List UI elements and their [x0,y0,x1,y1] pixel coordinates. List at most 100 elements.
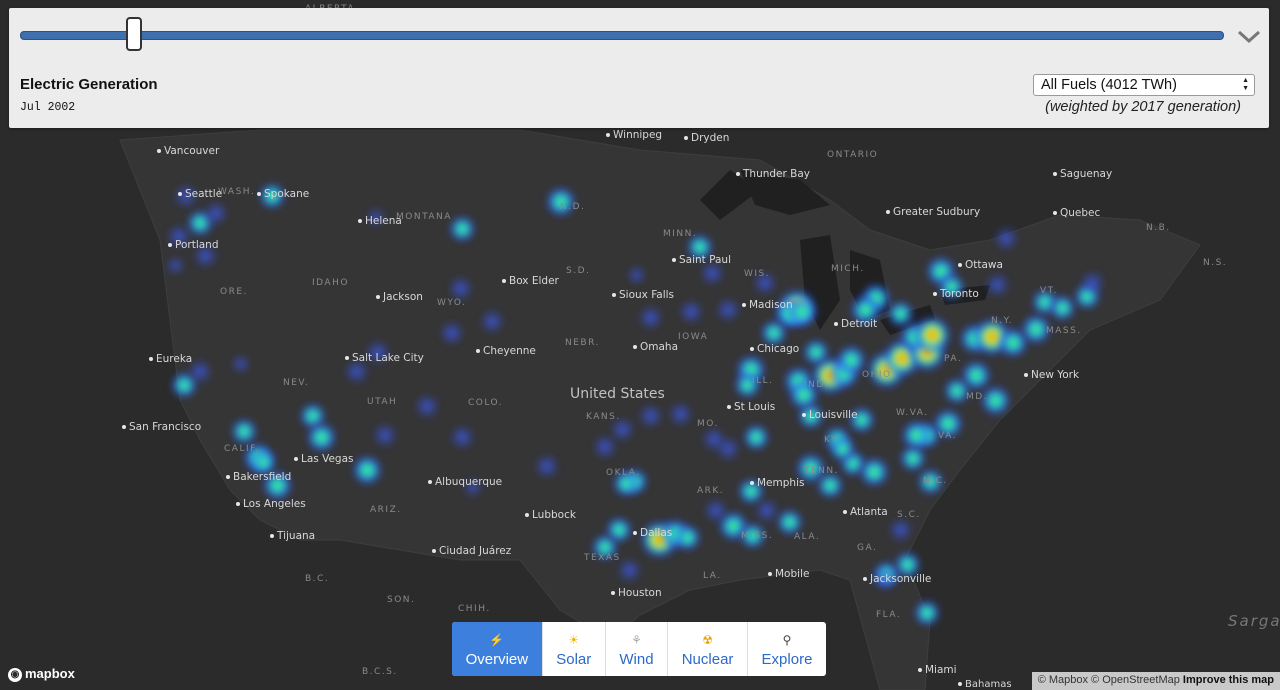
heat-point [166,256,185,275]
region-label: ARIZ. [370,505,402,515]
tab-label: Explore [761,651,813,668]
sun-icon: ☀ [568,633,580,647]
city-label: Detroit [834,318,877,330]
city-label: Jackson [376,291,423,303]
region-label: MASS. [1046,326,1082,336]
heat-point [638,305,663,330]
city-label: Mobile [768,568,809,580]
ocean-label: Sarga [1228,612,1280,630]
region-label: IDAHO [312,278,349,288]
region-label: OKLA. [606,468,641,478]
timeline-slider-thumb[interactable] [126,17,143,51]
region-label: TEXAS [584,553,621,563]
city-label: Bakersfield [226,471,291,483]
heat-point [985,272,1010,297]
city-label: Lubbock [525,509,576,521]
heat-point [914,599,940,626]
city-label: Quebec [1053,207,1100,219]
heat-point [439,321,464,345]
region-label: N.D. [560,202,586,212]
region-label: VA. [938,431,957,441]
heat-point [534,454,559,479]
heat-point [415,394,440,419]
tab-label: Overview [465,651,529,668]
heat-point [638,404,663,428]
heat-point [859,457,890,487]
city-label: Tijuana [270,530,315,542]
heat-point [231,418,258,445]
tab-explore[interactable]: ⚲ Explore [748,622,826,676]
city-label: Miami [918,664,957,676]
city-label: Las Vegas [294,453,354,465]
region-label: WYO. [437,298,467,308]
mapbox-logo-icon: ◉ [8,667,22,682]
region-label: S.D. [566,266,591,276]
heat-point [679,299,704,324]
region-label: MISS. [741,531,774,541]
mapbox-logo[interactable]: ◉ mapbox [8,666,75,682]
city-label: Toronto [933,288,979,300]
weight-note: (weighted by 2017 generation) [1045,99,1241,115]
panel-title: Electric Generation [20,76,158,93]
city-label: Dallas [633,527,672,539]
tab-nuclear[interactable]: ☢ Nuclear [668,622,748,676]
map-attribution: © Mapbox © OpenStreetMap Improve this ma… [1031,672,1280,690]
collapse-chevron-icon[interactable] [1234,25,1264,47]
heat-point [448,276,473,301]
city-label: St Louis [727,401,775,413]
improve-map-link[interactable]: Improve this map [1183,674,1274,686]
lightning-icon: ⚡ [489,633,505,647]
heat-point [449,215,476,242]
heat-point [702,427,726,452]
region-label: FLA. [876,610,902,620]
heat-point [994,226,1019,251]
city-label: Memphis [750,477,804,489]
region-label: N.S. [1203,258,1228,268]
region-label: OHIO [862,370,892,380]
city-label: Bahamas [958,679,1012,690]
region-label: IND. [804,380,830,390]
tab-overview[interactable]: ⚡ Overview [452,622,543,676]
heat-point [887,300,914,327]
region-label: NEBR. [565,338,600,348]
city-label: Chicago [750,343,799,355]
heat-point [754,498,779,523]
control-panel: Electric Generation Jul 2002 All Fuels (… [9,8,1269,128]
region-label: N.Y. [991,316,1014,326]
tab-label: Wind [619,651,654,668]
heat-point [372,423,397,448]
city-label: Madison [742,299,793,311]
heat-point [352,455,383,486]
timeline-slider-track[interactable] [20,31,1224,40]
city-label: Dryden [684,132,729,144]
select-arrows-icon: ▲ ▼ [1242,77,1249,92]
tab-wind[interactable]: ⚘ Wind [606,622,669,676]
heat-point [913,316,952,354]
heat-point [668,402,693,427]
fuel-select[interactable]: All Fuels (4012 TWh) ▲ ▼ [1033,74,1255,96]
heat-point [450,425,475,450]
city-label: Los Angeles [236,498,306,510]
heat-point [901,420,932,451]
city-label: Thunder Bay [736,168,810,180]
tab-solar[interactable]: ☀ Solar [543,622,606,676]
heat-point [231,354,250,373]
fuel-select-value: All Fuels (4012 TWh) [1041,77,1177,93]
region-label: ILL. [752,376,774,386]
heat-point [888,517,913,542]
heat-point [627,266,646,285]
tab-label: Solar [556,651,592,668]
city-label: Cheyenne [476,345,536,357]
city-label: Salt Lake City [345,352,424,364]
city-label: Saint Paul [672,254,731,266]
region-label: WIS. [744,269,771,279]
region-label: MD. [966,392,989,402]
mapbox-logo-text: mapbox [25,666,75,681]
region-label: ALA. [794,532,821,542]
region-label: ORE. [220,287,248,297]
heat-point [1080,270,1105,295]
city-label: Portland [168,239,219,251]
heat-point [674,524,701,551]
region-label: COLO. [468,398,504,408]
heat-point [306,422,337,453]
